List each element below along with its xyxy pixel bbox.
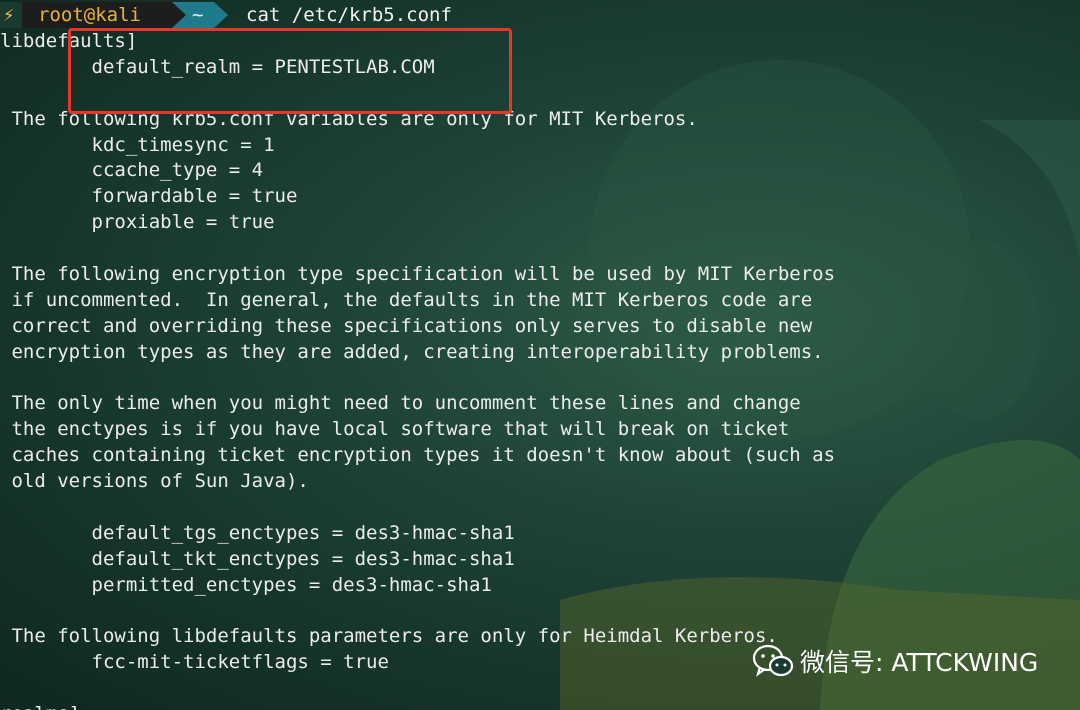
output-line: proxiable = true	[0, 211, 275, 234]
shell-prompt: ⚡ root@kali ~ cat /etc/krb5.conf	[0, 0, 1080, 30]
watermark-text: 微信号: ATTCKWING	[800, 648, 1039, 677]
output-line: the enctypes is if you have local softwa…	[0, 418, 790, 441]
output-line: The following encryption type specificat…	[0, 263, 836, 286]
command-text[interactable]: cat /etc/krb5.conf	[246, 2, 452, 28]
highlight-box	[68, 28, 512, 114]
output-line: forwardable = true	[0, 185, 298, 208]
output-line: realms]	[0, 702, 1080, 710]
watermark: 微信号: ATTCKWING	[752, 641, 1038, 681]
output-line: if uncommented. In general, the defaults…	[0, 288, 813, 311]
wechat-icon	[752, 644, 794, 677]
output-line: kdc_timesync = 1	[0, 133, 275, 156]
terminal-output[interactable]: libdefaults] default_realm = PENTESTLAB.…	[0, 29, 1080, 710]
output-line: old versions of Sun Java).	[0, 470, 309, 493]
output-line: correct and overriding these specificati…	[0, 314, 813, 337]
output-line: ccache_type = 4	[0, 159, 264, 182]
output-line: caches containing ticket encryption type…	[0, 444, 836, 467]
output-line: default_tkt_enctypes = des3-hmac-sha1	[0, 547, 515, 570]
prompt-user-host: root@kali	[22, 2, 172, 28]
prompt-separator-arrow-icon	[214, 2, 228, 28]
output-line: encryption types as they are added, crea…	[0, 340, 824, 363]
output-line: permitted_enctypes = des3-hmac-sha1	[0, 573, 492, 596]
output-line: default_tgs_enctypes = des3-hmac-sha1	[0, 521, 515, 544]
prompt-separator-arrow-icon	[172, 2, 186, 28]
output-line: The only time when you might need to unc…	[0, 392, 801, 415]
